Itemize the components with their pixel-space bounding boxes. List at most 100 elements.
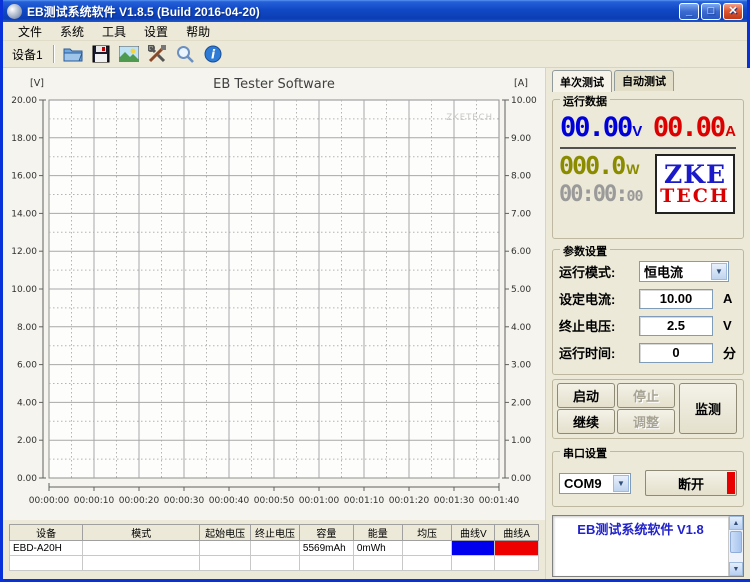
run-data-title: 运行数据: [560, 93, 610, 109]
table-row[interactable]: [10, 556, 539, 571]
main-area: 20.0010.0018.009.0016.008.0014.007.0012.…: [3, 68, 747, 579]
current-unit: A: [725, 123, 736, 140]
scroll-up-icon[interactable]: ▲: [729, 516, 743, 530]
save-icon[interactable]: [89, 43, 113, 65]
cell-start-voltage: [200, 556, 251, 571]
voltage-current-row: 00.00 V 00.00 A: [559, 110, 737, 143]
open-icon[interactable]: [61, 43, 85, 65]
col-energy: 能量: [353, 525, 402, 541]
scroll-down-icon[interactable]: ▼: [729, 562, 743, 576]
close-icon: ✕: [728, 6, 737, 16]
cell-start-voltage: [200, 541, 251, 556]
table-row[interactable]: EBD-A20H 5569mAh 0mWh: [10, 541, 539, 556]
tab-strip: 单次测试 自动测试: [552, 72, 744, 91]
close-button[interactable]: ✕: [723, 3, 743, 20]
col-capacity: 容量: [299, 525, 353, 541]
zketech-logo: ZKE TECH: [655, 154, 735, 214]
run-time-label: 运行时间:: [559, 343, 639, 362]
power-time-row: 000.0 W 00:00: 00 ZKE TECH: [559, 151, 737, 214]
tab-auto-test[interactable]: 自动测试: [614, 70, 674, 91]
image-icon[interactable]: [117, 43, 141, 65]
voltage-unit: V: [632, 123, 642, 140]
menu-settings[interactable]: 设置: [135, 22, 177, 41]
run-data-divider: [560, 147, 736, 149]
cell-avg-voltage: [402, 541, 452, 556]
scrollbar-track[interactable]: [729, 554, 743, 562]
menu-bar: 文件 系统 工具 设置 帮助: [3, 22, 747, 41]
chevron-down-icon[interactable]: ▼: [711, 263, 727, 280]
result-table[interactable]: 设备 模式 起始电压 终止电压 容量 能量 均压 曲线V 曲线A EBD-A20…: [9, 524, 539, 571]
search-icon[interactable]: [173, 43, 197, 65]
continue-button[interactable]: 继续: [557, 409, 615, 434]
disconnect-button[interactable]: 断开: [645, 470, 737, 496]
svg-text:4.00: 4.00: [17, 398, 37, 408]
svg-text:[V]: [V]: [30, 78, 44, 89]
menu-help[interactable]: 帮助: [177, 22, 219, 41]
menu-tools[interactable]: 工具: [93, 22, 135, 41]
start-button[interactable]: 启动: [557, 383, 615, 408]
toolbar: 设备1 i: [3, 41, 747, 68]
cutoff-voltage-input[interactable]: [639, 316, 713, 336]
col-avg-voltage: 均压: [402, 525, 452, 541]
stop-button: 停止: [617, 383, 675, 408]
monitor-button[interactable]: 监测: [679, 383, 737, 434]
serial-settings-group: 串口设置 COM9 ▼ 断开: [552, 451, 744, 507]
svg-text:00:00:00: 00:00:00: [29, 496, 70, 506]
run-mode-select[interactable]: 恒电流 ▼: [639, 261, 729, 282]
svg-text:20.00: 20.00: [11, 96, 37, 106]
svg-text:[A]: [A]: [514, 78, 528, 89]
svg-text:00:00:20: 00:00:20: [119, 496, 160, 506]
device-button[interactable]: 设备1: [7, 43, 48, 66]
scrollbar-thumb[interactable]: [730, 531, 742, 553]
voltage-display: 00.00: [560, 112, 631, 143]
menu-file[interactable]: 文件: [9, 22, 51, 41]
svg-text:6.00: 6.00: [511, 247, 531, 257]
adjust-button: 调整: [617, 409, 675, 434]
run-time-input[interactable]: [639, 343, 713, 363]
result-table-wrap: 设备 模式 起始电压 终止电压 容量 能量 均压 曲线V 曲线A EBD-A20…: [3, 520, 545, 579]
minimize-icon: _: [686, 6, 692, 16]
connection-status-stripe: [727, 472, 735, 494]
svg-text:5.00: 5.00: [511, 285, 531, 295]
param-settings-group: 参数设置 运行模式: 恒电流 ▼ 设定电流: A 终止电压: V: [552, 249, 744, 375]
svg-text:00:00:30: 00:00:30: [164, 496, 205, 506]
svg-text:8.00: 8.00: [17, 323, 37, 333]
run-mode-row: 运行模式: 恒电流 ▼: [559, 258, 737, 285]
serial-settings-title: 串口设置: [560, 445, 610, 461]
svg-text:00:01:10: 00:01:10: [344, 496, 385, 506]
power-display: 000.0: [559, 151, 624, 180]
com-port-select[interactable]: COM9 ▼: [559, 473, 631, 494]
minimize-button[interactable]: _: [679, 3, 699, 20]
col-start-voltage: 起始电压: [200, 525, 251, 541]
set-current-input[interactable]: [639, 289, 713, 309]
table-header-row: 设备 模式 起始电压 终止电压 容量 能量 均压 曲线V 曲线A: [10, 525, 539, 541]
log-box[interactable]: EB测试系统软件 V1.8 ▲ ▼: [552, 515, 744, 577]
menu-system[interactable]: 系统: [51, 22, 93, 41]
svg-text:00:00:50: 00:00:50: [254, 496, 295, 506]
svg-text:10.00: 10.00: [511, 96, 537, 106]
svg-text:3.00: 3.00: [511, 361, 531, 371]
svg-text:00:01:00: 00:01:00: [299, 496, 340, 506]
col-mode: 模式: [83, 525, 200, 541]
svg-text:8.00: 8.00: [511, 172, 531, 182]
set-current-label: 设定电流:: [559, 289, 639, 308]
info-icon[interactable]: i: [201, 43, 225, 65]
log-scrollbar[interactable]: ▲ ▼: [728, 516, 743, 576]
cell-curve-a-swatch: [495, 541, 539, 556]
cell-energy: 0mWh: [353, 541, 402, 556]
power-unit: W: [626, 161, 639, 177]
log-text: EB测试系统软件 V1.8: [553, 516, 728, 576]
tools-icon[interactable]: [145, 43, 169, 65]
param-settings-title: 参数设置: [560, 243, 610, 259]
control-buttons-frame: 启动 停止 继续 调整 监测: [552, 379, 744, 439]
cutoff-voltage-unit: V: [723, 318, 732, 333]
tab-single-test[interactable]: 单次测试: [552, 70, 612, 92]
window-title: EB测试系统软件 V1.8.5 (Build 2016-04-20): [27, 3, 677, 20]
run-time-row: 运行时间: 分: [559, 339, 737, 366]
cell-mode: [83, 556, 200, 571]
chart-area: 20.0010.0018.009.0016.008.0014.007.0012.…: [3, 68, 545, 520]
chevron-down-icon[interactable]: ▼: [613, 475, 629, 492]
chart-svg: 20.0010.0018.009.0016.008.0014.007.0012.…: [3, 68, 545, 520]
maximize-button[interactable]: □: [701, 3, 721, 20]
svg-text:14.00: 14.00: [11, 209, 37, 219]
